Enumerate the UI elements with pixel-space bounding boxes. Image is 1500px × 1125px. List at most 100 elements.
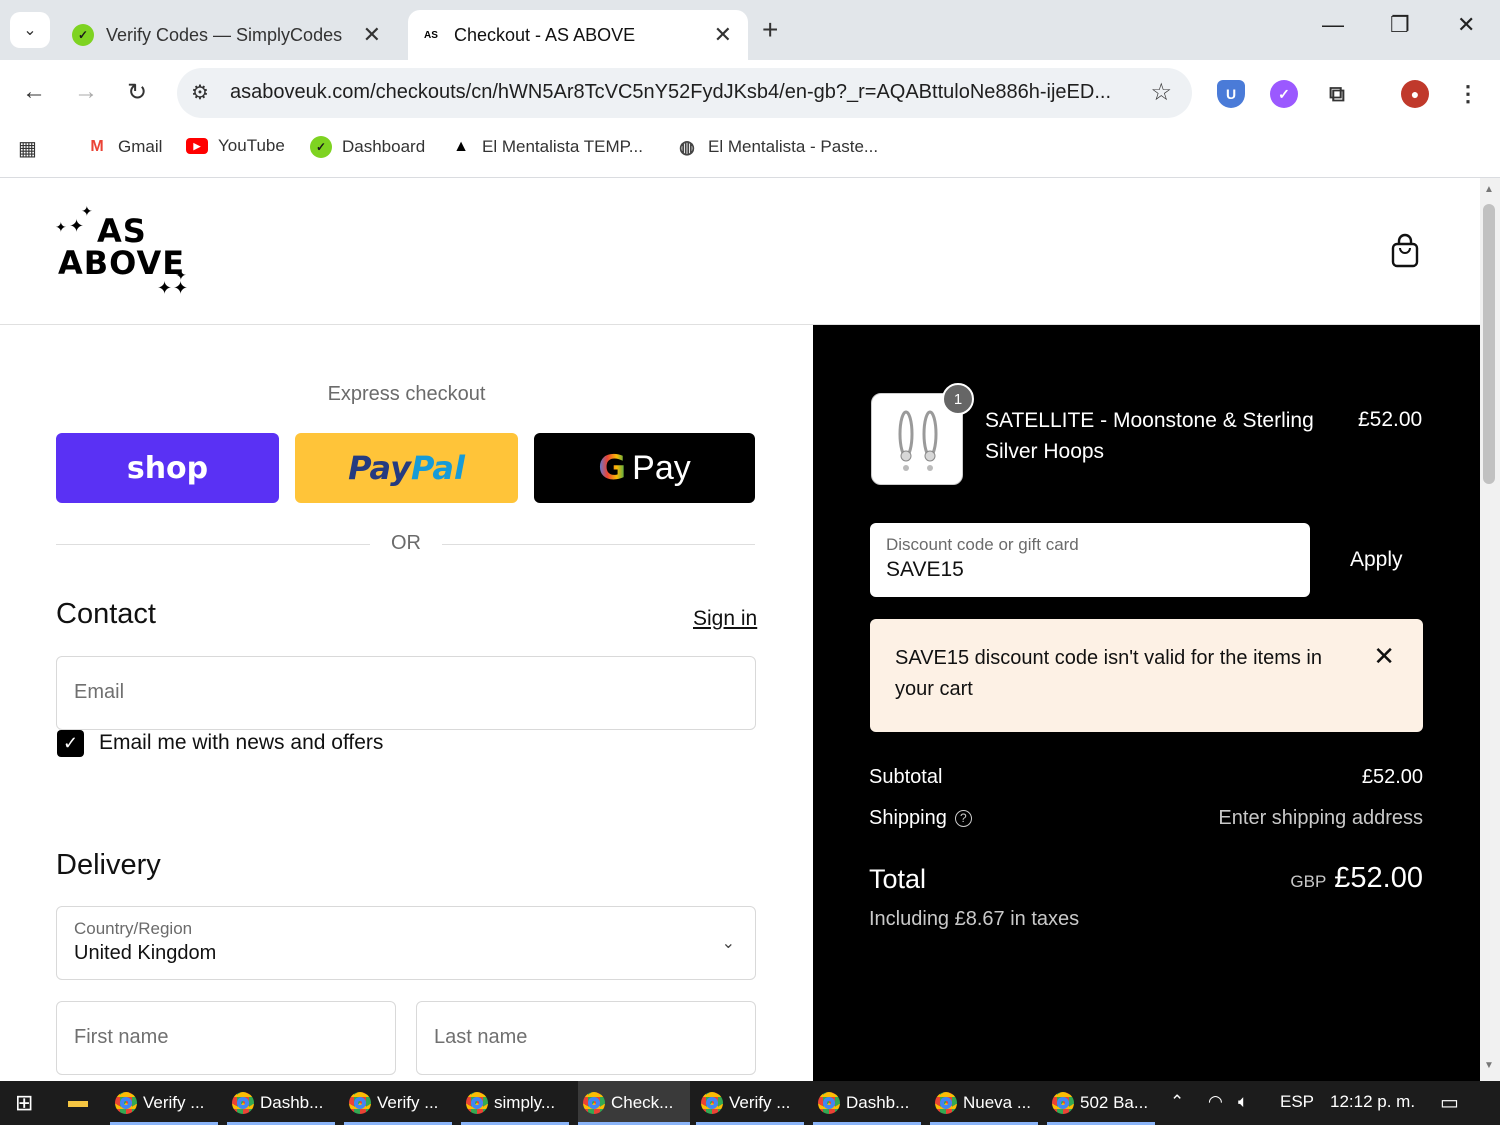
logo-text-line2: ABOVE	[58, 244, 186, 282]
chrome-icon	[1052, 1092, 1074, 1114]
chrome-icon	[701, 1092, 723, 1114]
tab-verify-codes[interactable]: ✓ Verify Codes — SimplyCodes ✕	[62, 10, 397, 60]
simplycodes-extension-icon[interactable]: ✓	[1270, 80, 1298, 108]
country-value: United Kingdom	[74, 942, 217, 964]
chrome-icon	[349, 1092, 371, 1114]
close-tab-icon[interactable]: ✕	[363, 22, 381, 48]
country-select[interactable]: Country/Region United Kingdom ⌄	[56, 906, 756, 980]
chrome-icon	[818, 1092, 840, 1114]
taskbar-item[interactable]: 502 Ba...	[1047, 1081, 1155, 1125]
volume-icon[interactable]: 🔈︎	[1238, 1092, 1248, 1112]
close-window-icon[interactable]: ✕	[1457, 12, 1475, 38]
minimize-icon[interactable]: —	[1322, 12, 1344, 38]
last-name-field[interactable]: Last name	[416, 1001, 756, 1075]
divider	[56, 544, 370, 545]
sign-in-link[interactable]: Sign in	[693, 607, 757, 631]
first-name-placeholder: First name	[74, 1026, 169, 1048]
tab-checkout[interactable]: AS Checkout - AS ABOVE ✕	[408, 10, 748, 60]
close-icon[interactable]: ✕	[1373, 641, 1395, 672]
discount-label: Discount code or gift card	[886, 535, 1079, 554]
scrollbar-thumb[interactable]	[1483, 204, 1495, 484]
bookmark-youtube[interactable]: ▶ YouTube	[186, 136, 285, 156]
windows-taskbar: ⊞ ▬ Verify ... Dashb... Verify ... simpl…	[0, 1081, 1500, 1125]
language-indicator[interactable]: ESP	[1280, 1092, 1314, 1112]
shipping-label-row: Shipping?	[869, 807, 972, 830]
taskbar-item[interactable]: simply...	[461, 1081, 569, 1125]
sparkle-icon: ✦	[157, 278, 173, 299]
taskbar-item[interactable]: Verify ...	[696, 1081, 804, 1125]
taskbar-item[interactable]: Nueva ...	[930, 1081, 1038, 1125]
bookmark-dashboard[interactable]: ✓ Dashboard	[310, 136, 425, 158]
taskbar-item[interactable]: Dashb...	[227, 1081, 335, 1125]
total-label: Total	[869, 864, 927, 894]
newsletter-label[interactable]: Email me with news and offers	[99, 731, 383, 755]
subtotal-value: £52.00	[1361, 766, 1423, 788]
chrome-icon	[935, 1092, 957, 1114]
scroll-up-icon[interactable]: ▲	[1484, 184, 1494, 195]
contact-title: Contact	[56, 598, 156, 630]
last-name-placeholder: Last name	[434, 1026, 528, 1048]
file-explorer-icon[interactable]: ▬	[68, 1090, 88, 1113]
shop-pay-button[interactable]: shop	[56, 433, 279, 503]
paypal-button[interactable]: Pay Pal	[295, 433, 518, 503]
wifi-icon[interactable]: ◠	[1208, 1092, 1223, 1112]
discount-code-input[interactable]: Discount code or gift card SAVE15	[870, 523, 1310, 597]
chrome-icon	[466, 1092, 488, 1114]
or-divider-label: OR	[391, 532, 421, 554]
email-placeholder: Email	[74, 681, 125, 703]
forward-arrow-icon[interactable]: →	[74, 78, 98, 106]
bookmark-star-icon[interactable]: ☆	[1150, 78, 1172, 107]
newsletter-checkbox[interactable]: ✓	[57, 730, 84, 757]
taskbar-item[interactable]: Dashb...	[813, 1081, 921, 1125]
help-circle-icon[interactable]: ?	[954, 810, 972, 828]
sparkle-icon: ✦	[81, 204, 93, 220]
apply-discount-button[interactable]: Apply	[1350, 548, 1403, 572]
total-value: £52.00	[1334, 862, 1423, 894]
bookmark-el-mentalista-temp[interactable]: ▲ El Mentalista TEMP...	[450, 136, 643, 158]
site-header: ✦ ✦ ✦ AS ABOVE ✦ ✦ ✦	[0, 178, 1480, 325]
address-bar[interactable]: ⚙ asaboveuk.com/checkouts/cn/hWN5Ar8TcVC…	[177, 68, 1192, 118]
chevron-down-icon: ⌄	[23, 22, 37, 39]
tab-title: Verify Codes — SimplyCodes	[106, 24, 343, 45]
restore-icon[interactable]: ❐	[1390, 12, 1410, 38]
site-info-icon[interactable]: ⚙	[191, 80, 209, 105]
bookmark-el-mentalista-paste[interactable]: ◍ El Mentalista - Paste...	[676, 136, 878, 158]
system-clock[interactable]: 12:12 p. m.	[1330, 1092, 1415, 1112]
windows-start-icon[interactable]: ⊞	[15, 1090, 33, 1116]
chrome-icon	[115, 1092, 137, 1114]
tab-search-button[interactable]: ⌄	[10, 12, 50, 48]
extensions-puzzle-icon[interactable]: ⧉	[1323, 80, 1351, 108]
reload-icon[interactable]: ↻	[127, 78, 147, 107]
checkout-page: ✦ ✦ ✦ AS ABOVE ✦ ✦ ✦ Express checkout sh…	[0, 178, 1480, 1081]
youtube-icon: ▶	[186, 138, 208, 154]
notifications-icon[interactable]: ▭	[1440, 1090, 1459, 1115]
url-text[interactable]: asaboveuk.com/checkouts/cn/hWN5Ar8TcVC5n…	[230, 81, 1111, 104]
close-tab-icon[interactable]: ✕	[714, 22, 732, 48]
google-pay-button[interactable]: G Pay	[534, 433, 755, 503]
bookmark-gmail[interactable]: M Gmail	[86, 136, 162, 158]
apps-grid-icon[interactable]: ▦	[18, 136, 37, 161]
tax-note: Including £8.67 in taxes	[869, 908, 1080, 930]
shopping-bag-icon[interactable]	[1390, 233, 1420, 269]
new-tab-plus-icon[interactable]: +	[762, 14, 778, 46]
first-name-field[interactable]: First name	[56, 1001, 396, 1075]
cat-icon: ▲	[453, 138, 469, 155]
product-price: £52.00	[1358, 408, 1423, 431]
as-above-logo[interactable]: ✦ ✦ ✦ AS ABOVE ✦ ✦ ✦	[55, 204, 195, 299]
profile-avatar[interactable]: ●	[1401, 80, 1429, 108]
chevron-up-icon[interactable]: ⌃	[1170, 1092, 1184, 1112]
sparkle-icon: ✦	[173, 278, 189, 299]
email-field[interactable]: Email	[56, 656, 756, 730]
taskbar-item[interactable]: Verify ...	[110, 1081, 218, 1125]
taskbar-item-active[interactable]: Check...	[578, 1081, 690, 1125]
scroll-down-icon[interactable]: ▼	[1484, 1060, 1494, 1071]
discount-value: SAVE15	[886, 558, 964, 581]
express-checkout-title: Express checkout	[327, 383, 486, 405]
more-menu-icon[interactable]: ⋮	[1454, 80, 1482, 108]
taskbar-item[interactable]: Verify ...	[344, 1081, 452, 1125]
page-scrollbar[interactable]: ▲ ▼	[1480, 178, 1500, 1081]
browser-tab-bar: ⌄ ✓ Verify Codes — SimplyCodes ✕ AS Chec…	[0, 0, 1500, 60]
subtotal-label: Subtotal	[869, 766, 943, 788]
shield-extension-icon[interactable]: U	[1217, 80, 1245, 108]
back-arrow-icon[interactable]: ←	[22, 78, 46, 106]
